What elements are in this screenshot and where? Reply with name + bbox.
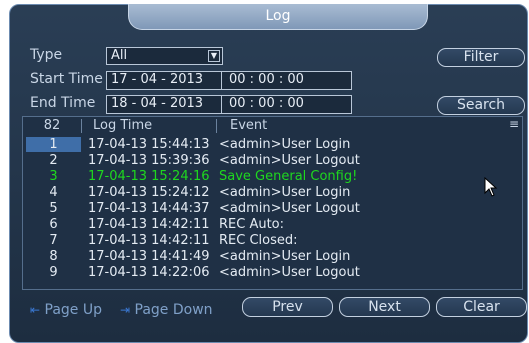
type-select-value: All bbox=[111, 48, 128, 63]
page-up-link[interactable]: ⇤ Page Up bbox=[30, 302, 102, 318]
row-event: <admin>User Logout bbox=[219, 201, 360, 216]
row-number: 7 bbox=[49, 233, 58, 248]
end-time-label: End Time bbox=[30, 95, 96, 111]
row-time: 17-04-13 14:42:11 bbox=[88, 217, 210, 232]
filter-button[interactable]: Filter bbox=[437, 48, 525, 67]
table-row[interactable]: 5 17-04-13 14:44:37 <admin>User Logout bbox=[23, 201, 503, 216]
column-header-event[interactable]: Event bbox=[230, 118, 267, 133]
start-date-value[interactable]: 17 - 04 - 2013 bbox=[111, 72, 203, 87]
menu-lines-icon[interactable]: ≡ bbox=[508, 118, 520, 131]
clear-button[interactable]: Clear bbox=[436, 297, 527, 317]
table-row[interactable]: 2 17-04-13 15:39:36 <admin>User Logout bbox=[23, 153, 503, 168]
start-time-field[interactable]: 17 - 04 - 2013 00 : 00 : 00 bbox=[106, 71, 352, 90]
row-number: 1 bbox=[26, 137, 81, 152]
row-event: <admin>User Logout bbox=[219, 153, 360, 168]
search-button[interactable]: Search bbox=[437, 96, 525, 115]
log-list[interactable]: 82 Log Time Event 1 17-04-13 15:44:13 <a… bbox=[22, 116, 523, 290]
row-time: 17-04-13 14:22:06 bbox=[88, 265, 210, 280]
row-time: 17-04-13 15:24:16 bbox=[88, 169, 210, 184]
row-number: 3 bbox=[49, 169, 58, 184]
type-select[interactable]: All ▼ bbox=[106, 47, 223, 65]
chevron-down-icon[interactable]: ▼ bbox=[208, 50, 220, 62]
row-event: <admin>User Login bbox=[219, 137, 351, 152]
double-chevron-down-icon: ⇥ bbox=[120, 303, 131, 317]
header-divider bbox=[81, 119, 82, 133]
table-row[interactable]: 6 17-04-13 14:42:11 REC Auto: bbox=[23, 217, 503, 232]
table-row-highlighted[interactable]: 3 17-04-13 15:24:16 Save General Config! bbox=[23, 169, 503, 184]
prev-button[interactable]: Prev bbox=[242, 297, 333, 317]
page-up-label: Page Up bbox=[44, 302, 102, 318]
row-event: <admin>User Login bbox=[219, 185, 351, 200]
end-date-value[interactable]: 18 - 04 - 2013 bbox=[111, 96, 203, 111]
row-number: 8 bbox=[49, 249, 58, 264]
window-title: Log bbox=[128, 4, 428, 30]
row-time: 17-04-13 15:24:12 bbox=[88, 185, 210, 200]
table-row[interactable]: 7 17-04-13 14:42:11 REC Closed: bbox=[23, 233, 503, 248]
column-header-log-time[interactable]: Log Time bbox=[93, 118, 152, 133]
field-divider bbox=[221, 72, 222, 89]
next-button[interactable]: Next bbox=[339, 297, 430, 317]
table-row[interactable]: 4 17-04-13 15:24:12 <admin>User Login bbox=[23, 185, 503, 200]
row-number: 6 bbox=[49, 217, 58, 232]
log-count: 82 bbox=[43, 118, 61, 133]
row-time: 17-04-13 15:39:36 bbox=[88, 153, 210, 168]
row-event: REC Auto: bbox=[219, 217, 285, 232]
end-time-value[interactable]: 00 : 00 : 00 bbox=[229, 96, 304, 112]
row-event: Save General Config! bbox=[219, 169, 358, 184]
row-time: 17-04-13 14:41:49 bbox=[88, 249, 210, 264]
table-row[interactable]: 8 17-04-13 14:41:49 <admin>User Login bbox=[23, 249, 503, 264]
start-time-value[interactable]: 00 : 00 : 00 bbox=[229, 72, 304, 88]
mouse-cursor-icon bbox=[484, 177, 498, 197]
row-number: 9 bbox=[49, 265, 58, 280]
row-number: 2 bbox=[49, 153, 58, 168]
log-window: Log Type All ▼ Filter Start Time 17 - 04… bbox=[9, 4, 528, 343]
row-time: 17-04-13 15:44:13 bbox=[88, 137, 210, 152]
start-time-label: Start Time bbox=[30, 71, 103, 87]
row-time: 17-04-13 14:42:11 bbox=[88, 233, 210, 248]
row-number: 4 bbox=[49, 185, 58, 200]
list-header: 82 Log Time Event bbox=[23, 117, 522, 135]
field-divider bbox=[221, 96, 222, 113]
end-time-field[interactable]: 18 - 04 - 2013 00 : 00 : 00 bbox=[106, 95, 352, 114]
header-divider bbox=[216, 119, 217, 133]
row-event: <admin>User Login bbox=[219, 249, 351, 264]
scrollbar[interactable]: ≡ bbox=[506, 118, 520, 287]
row-event: <admin>User Logout bbox=[219, 265, 360, 280]
type-label: Type bbox=[30, 47, 63, 63]
page-down-link[interactable]: ⇥ Page Down bbox=[120, 302, 213, 318]
row-event: REC Closed: bbox=[219, 233, 298, 248]
page-down-label: Page Down bbox=[134, 302, 213, 318]
row-time: 17-04-13 14:44:37 bbox=[88, 201, 210, 216]
table-row[interactable]: 1 17-04-13 15:44:13 <admin>User Login bbox=[23, 137, 503, 152]
row-number: 5 bbox=[49, 201, 58, 216]
table-row[interactable]: 9 17-04-13 14:22:06 <admin>User Logout bbox=[23, 265, 503, 280]
double-chevron-up-icon: ⇤ bbox=[30, 303, 41, 317]
